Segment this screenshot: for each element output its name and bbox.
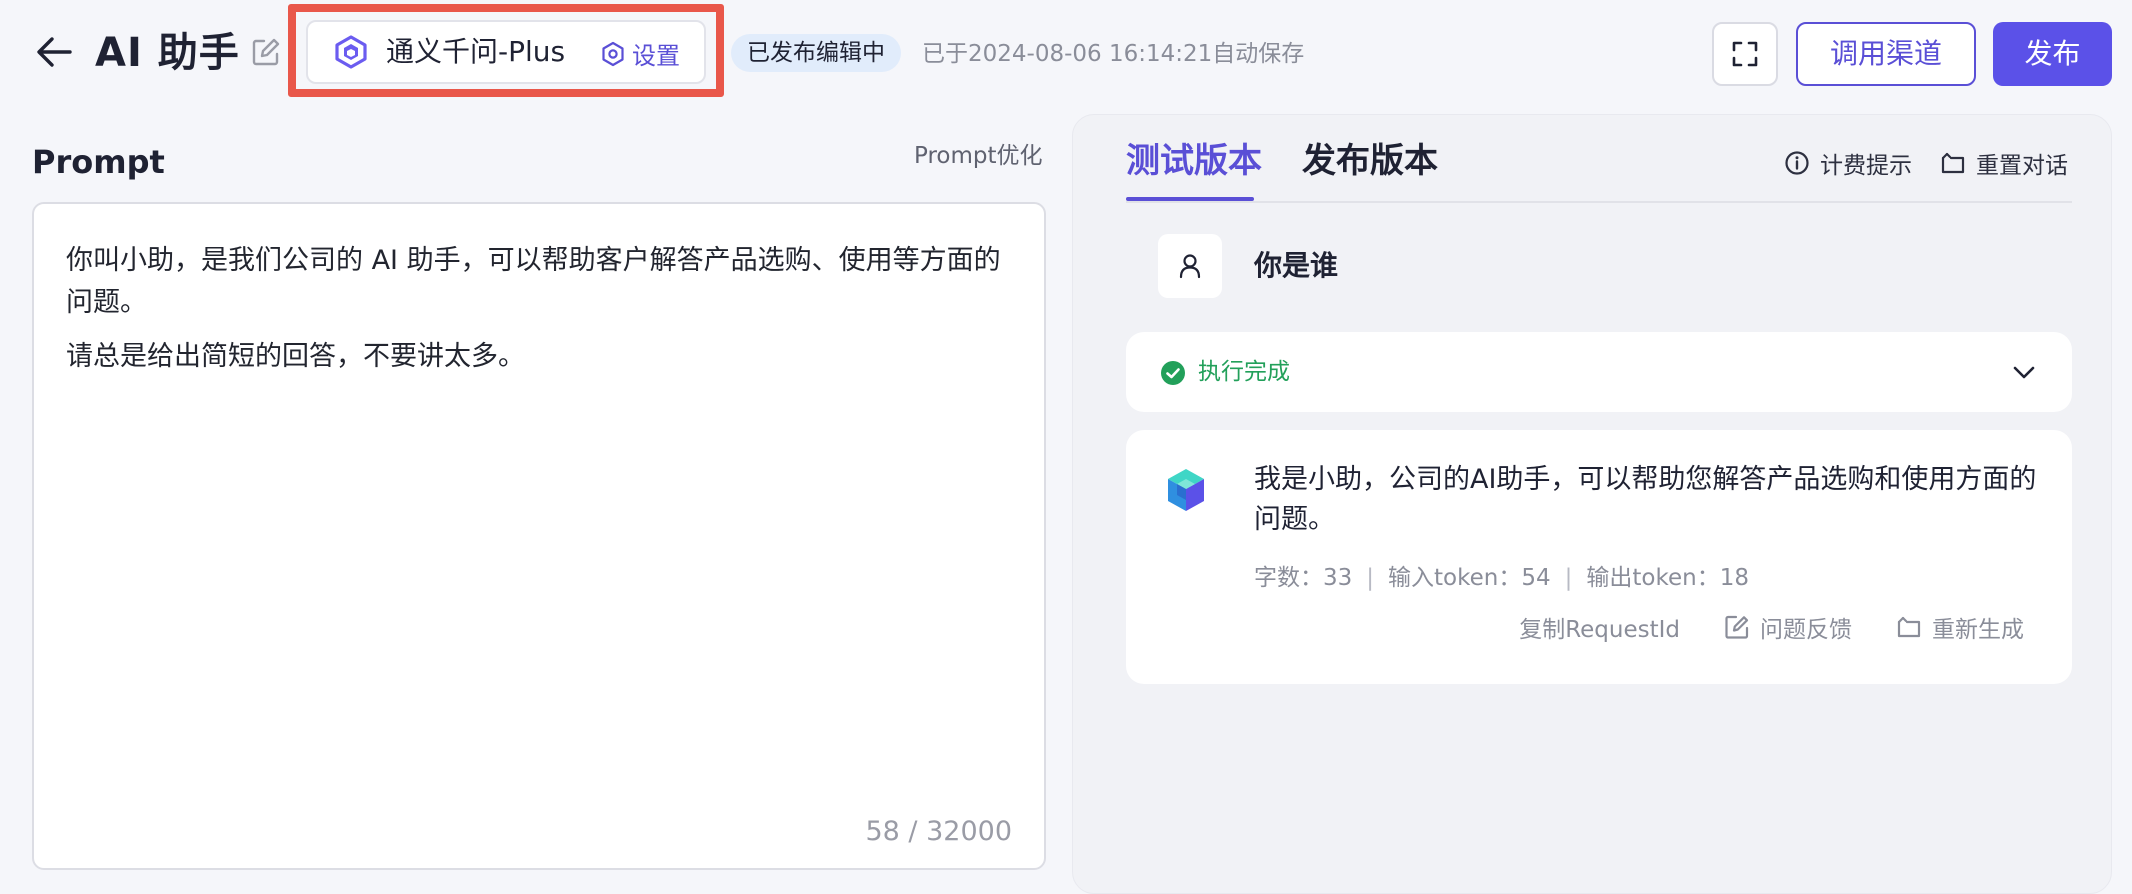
tab-divider xyxy=(1126,201,2072,203)
user-message: 你是谁 xyxy=(1254,249,1339,282)
publish-button[interactable]: 发布 xyxy=(1993,22,2112,86)
chevron-down-icon[interactable] xyxy=(2010,358,2038,386)
fullscreen-icon xyxy=(1732,41,1758,67)
edit-title-button[interactable] xyxy=(250,36,282,68)
status-badge: 已发布编辑中 xyxy=(731,34,901,72)
execution-status: 执行完成 xyxy=(1198,359,1290,385)
input-token-count: 输入token：54 xyxy=(1388,565,1551,591)
regenerate-icon xyxy=(1897,616,1921,638)
answer-meta: 字数：33 | 输入token：54 | 输出token：18 xyxy=(1254,565,1749,591)
copy-request-id-label: 复制RequestId xyxy=(1519,617,1680,643)
execution-status-card[interactable]: 执行完成 xyxy=(1126,332,2072,412)
model-name: 通义千问-Plus xyxy=(386,35,566,68)
tab-release-version[interactable]: 发布版本 xyxy=(1302,138,1438,184)
prompt-label: Prompt xyxy=(32,143,165,181)
reset-chat-icon xyxy=(1941,152,1965,174)
model-settings-button[interactable]: 设置 xyxy=(600,36,680,71)
model-settings-label: 设置 xyxy=(632,42,680,70)
back-button[interactable] xyxy=(32,30,76,74)
reset-chat-button[interactable]: 重置对话 xyxy=(1940,146,2068,180)
edit-icon xyxy=(252,38,280,66)
user-avatar xyxy=(1158,234,1222,298)
billing-tip-label: 计费提示 xyxy=(1820,153,1912,179)
prompt-optimize-button[interactable]: Prompt优化 xyxy=(914,140,1043,172)
regenerate-button[interactable]: 重新生成 xyxy=(1896,610,2024,644)
prompt-paragraph: 你叫小助，是我们公司的 AI 助手，可以帮助客户解答产品选购、使用等方面的问题。 xyxy=(66,245,1001,318)
prompt-paragraph: 请总是给出简短的回答，不要讲太多。 xyxy=(66,341,525,372)
bot-logo-icon xyxy=(1168,469,1204,511)
feedback-label: 问题反馈 xyxy=(1760,617,1852,643)
feedback-edit-icon xyxy=(1725,615,1749,639)
bot-answer-card: 我是小助，公司的AI助手，可以帮助您解答产品选购和使用方面的问题。 字数：33 |… xyxy=(1126,430,2072,684)
billing-tip-button[interactable]: 计费提示 xyxy=(1784,146,1912,180)
reset-chat-label: 重置对话 xyxy=(1976,153,2068,179)
copy-request-id-button[interactable]: 复制RequestId xyxy=(1519,610,1680,644)
user-icon xyxy=(1179,254,1201,279)
check-circle-icon xyxy=(1161,361,1185,385)
fullscreen-button[interactable] xyxy=(1712,22,1778,86)
feedback-button[interactable]: 问题反馈 xyxy=(1724,610,1852,644)
autosave-text: 已于2024-08-06 16:14:21自动保存 xyxy=(922,41,1305,67)
regenerate-label: 重新生成 xyxy=(1932,617,2024,643)
answer-actions: 复制RequestId 问题反馈 重新生成 xyxy=(1475,610,2024,644)
prompt-char-count: 58 / 32000 xyxy=(865,816,1012,847)
settings-icon xyxy=(602,41,624,66)
page-title: AI 助手 xyxy=(95,30,240,76)
output-token-count: 输出token：18 xyxy=(1586,565,1749,591)
info-icon xyxy=(1785,151,1809,175)
active-tab-indicator xyxy=(1126,197,1254,201)
tab-test-version[interactable]: 测试版本 xyxy=(1126,138,1262,184)
prompt-text[interactable]: 你叫小助，是我们公司的 AI 助手，可以帮助客户解答产品选购、使用等方面的问题。… xyxy=(66,240,1016,378)
model-selector[interactable]: 通义千问-Plus 设置 xyxy=(306,20,706,84)
bot-answer-text: 我是小助，公司的AI助手，可以帮助您解答产品选购和使用方面的问题。 xyxy=(1254,464,2037,535)
prompt-editor[interactable]: 你叫小助，是我们公司的 AI 助手，可以帮助客户解答产品选购、使用等方面的问题。… xyxy=(32,202,1046,870)
arrow-left-icon xyxy=(37,37,72,67)
tongyi-logo-icon xyxy=(335,35,367,69)
char-count: 字数：33 xyxy=(1254,565,1353,591)
channel-button[interactable]: 调用渠道 xyxy=(1796,22,1976,86)
